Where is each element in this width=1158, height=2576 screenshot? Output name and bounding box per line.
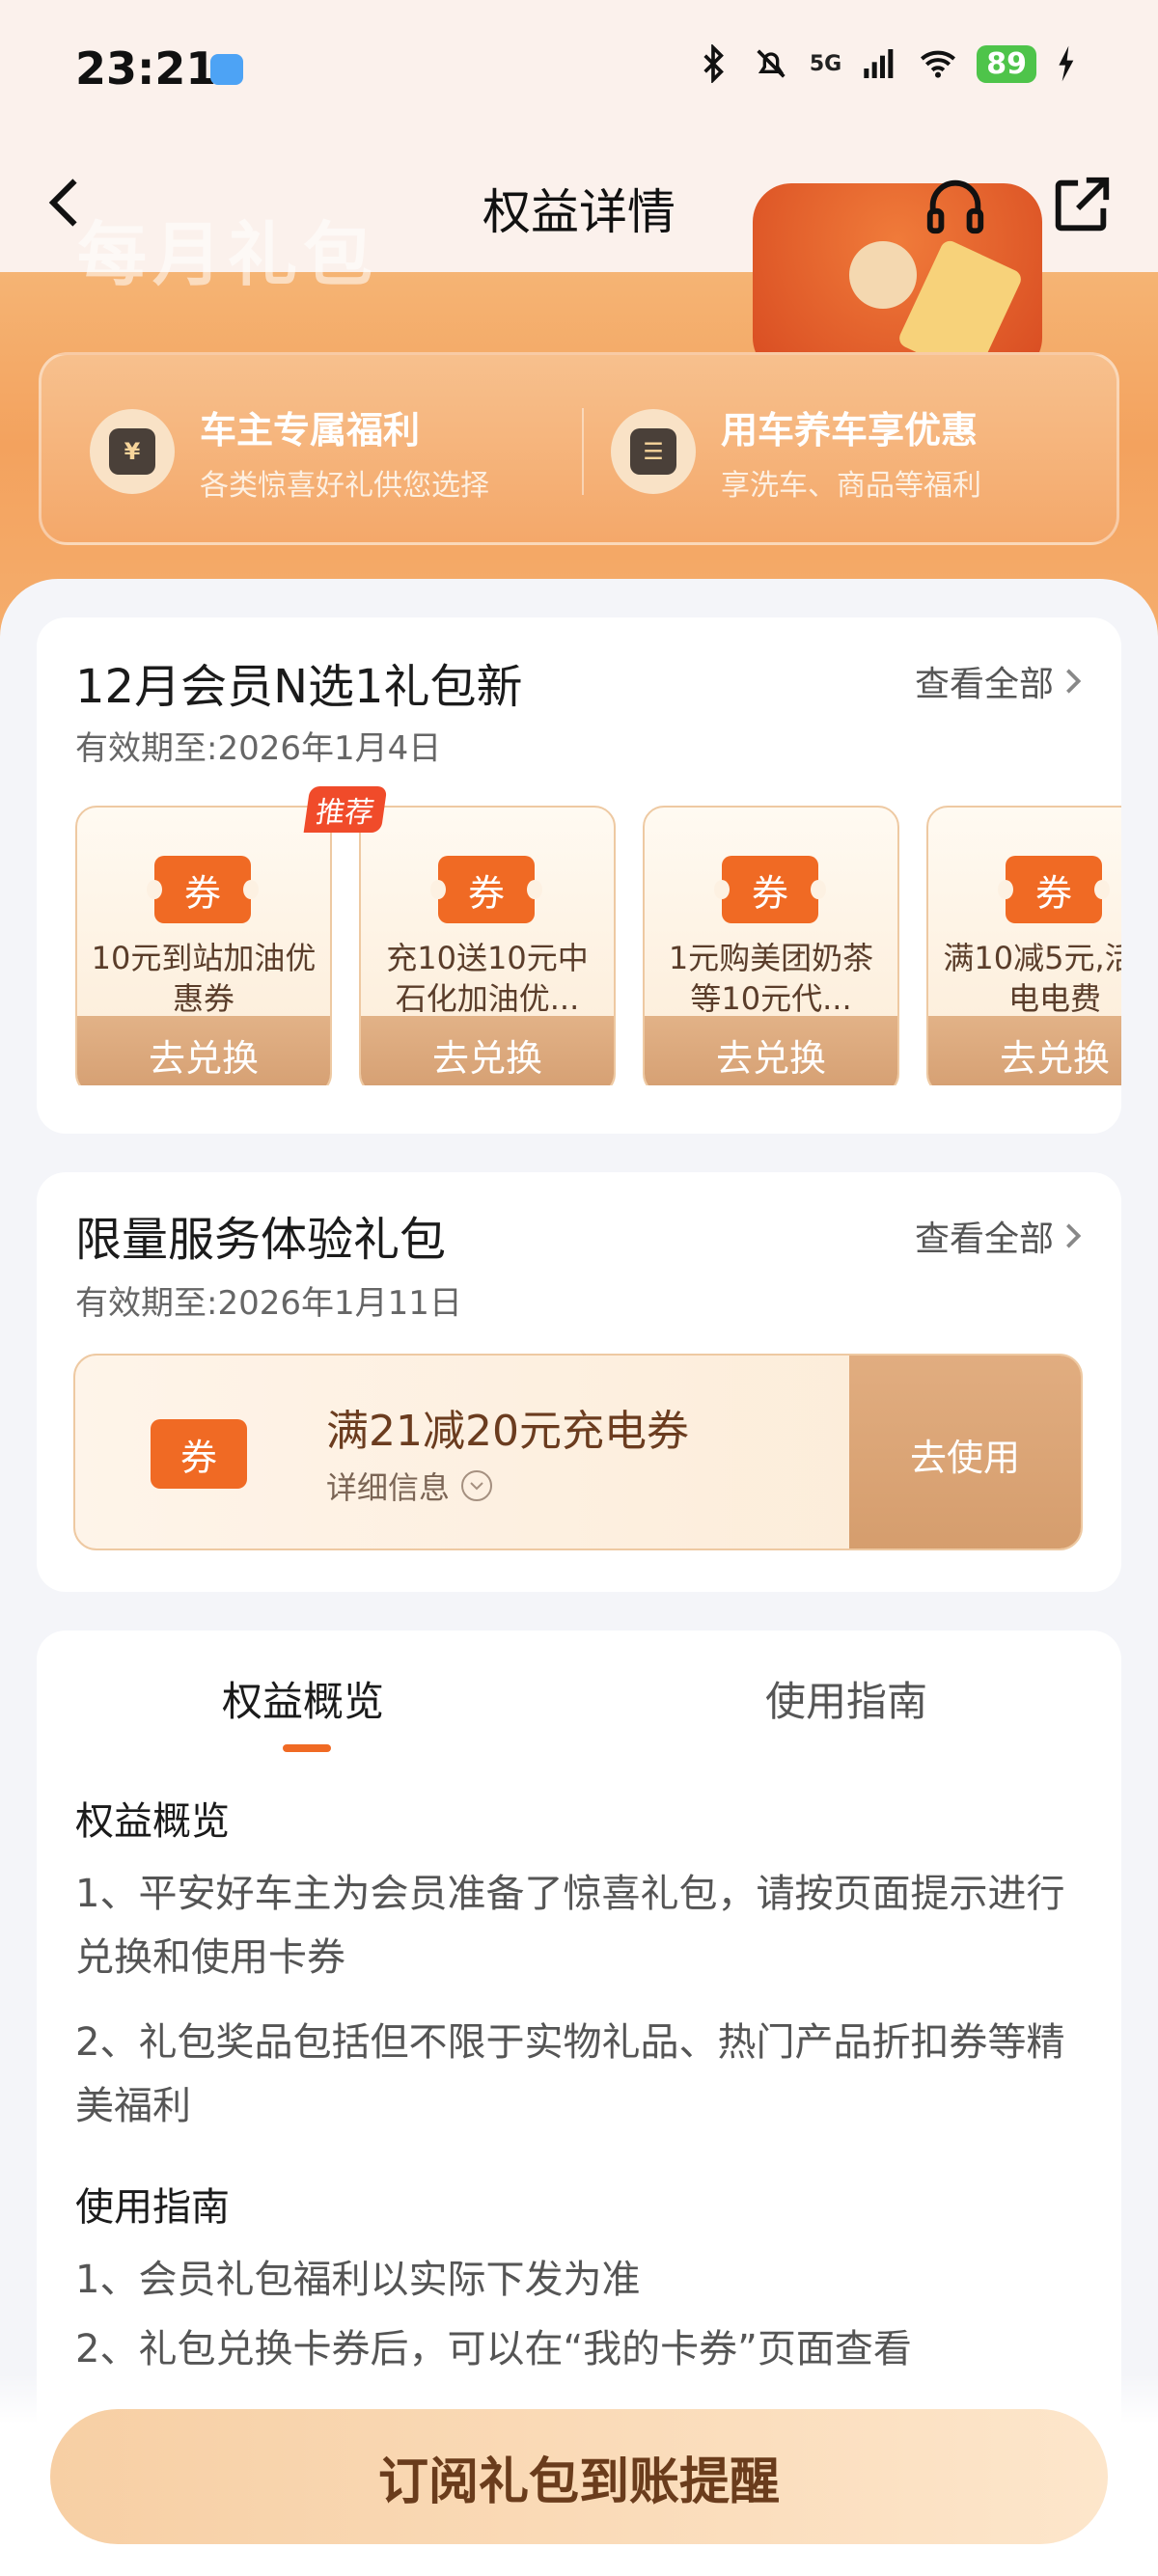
overview-item: 2、礼包奖品包括但不限于实物礼品、热门产品折扣券等精美福利: [75, 2020, 1065, 2128]
coupon-tag-icon: 券: [430, 856, 542, 923]
benefit-subtitle: 各类惊喜好礼供您选择: [200, 468, 489, 503]
share-icon[interactable]: [1047, 172, 1115, 239]
benefit-subtitle: 享洗车、商品等福利: [721, 468, 981, 503]
tab-active-indicator: [283, 1744, 331, 1752]
detail-info-toggle[interactable]: 详细信息: [326, 1464, 493, 1508]
coupon-tag-icon: 券: [998, 856, 1110, 923]
guide-item: 2、礼包兑换卡券后，可以在“我的卡券”页面查看: [75, 2327, 912, 2371]
coupon-desc: 1元购美团奶茶等10元代...: [668, 940, 874, 1017]
service-pack-card: 限量服务体验礼包 有效期至:2026年1月11日 查看全部 券 满21减20元充…: [37, 1172, 1121, 1592]
mute-icon: [757, 49, 786, 78]
guide-item: 1、会员礼包福利以实际下发为准: [75, 2258, 641, 2302]
tab-guide[interactable]: 使用指南: [765, 1669, 927, 1728]
navigation-bar: 权益详情: [0, 154, 1158, 251]
coupon-card[interactable]: 券 1元购美团奶茶等10元代... 去兑换: [643, 806, 899, 1085]
divider: [582, 408, 584, 495]
coupon-tag-icon: 券: [714, 856, 826, 923]
customer-service-icon[interactable]: [922, 172, 989, 239]
coupon-tag-icon: 券: [147, 856, 259, 923]
coupon-desc: 10元到站加油优惠券: [91, 940, 317, 1017]
coupon-list: 推荐 券 10元到站加油优惠券 去兑换 券 充10送10元中石化加油优... 去…: [75, 786, 1121, 1085]
charging-coupon[interactable]: 券 满21减20元充电券 详细信息 去使用: [73, 1354, 1083, 1550]
coupon-desc: 满10减5元,活用电电费: [943, 940, 1121, 1017]
redeem-button[interactable]: 去兑换: [77, 1016, 330, 1085]
redeem-button[interactable]: 去兑换: [928, 1016, 1121, 1085]
use-button[interactable]: 去使用: [849, 1356, 1081, 1548]
overview-heading: 权益概览: [75, 1799, 230, 1844]
benefit-item-car-care: ☰ 用车养车享优惠 享洗车、商品等福利: [611, 398, 981, 505]
ticket-icon: ☰: [611, 409, 696, 494]
subscribe-reminder-button[interactable]: 订阅礼包到账提醒: [50, 2409, 1108, 2544]
coupon-tag-icon: 券: [151, 1419, 247, 1489]
coupon-card[interactable]: 券 10元到站加油优惠券 去兑换: [75, 806, 332, 1085]
benefit-title: 车主专属福利: [200, 408, 421, 452]
chevron-down-icon: [461, 1470, 493, 1501]
wifi-icon: [921, 50, 956, 78]
benefit-strip: ¥ 车主专属福利 各类惊喜好礼供您选择 ☰ 用车养车享优惠 享洗车、商品等福利: [39, 352, 1119, 545]
recommend-badge: 推荐: [303, 786, 388, 833]
chevron-right-icon: [1066, 669, 1082, 694]
redeem-button[interactable]: 去兑换: [645, 1016, 897, 1085]
status-time: 23:21: [75, 42, 217, 95]
bluetooth-icon: [703, 44, 724, 83]
charging-icon: [1059, 45, 1074, 82]
benefit-title: 用车养车享优惠: [721, 408, 979, 452]
gift-pack-valid-date: 有效期至:2026年1月4日: [75, 729, 442, 768]
info-tabs: 权益概览 使用指南: [37, 1669, 1121, 1756]
battery-level: 89: [977, 44, 1036, 83]
network-type: 5G: [809, 51, 842, 76]
chevron-right-icon: [1066, 1223, 1082, 1248]
tab-overview[interactable]: 权益概览: [222, 1669, 384, 1728]
guide-heading: 使用指南: [75, 2185, 230, 2230]
service-pack-title: 限量服务体验礼包: [75, 1213, 447, 1267]
service-pack-valid-date: 有效期至:2026年1月11日: [75, 1284, 462, 1323]
message-app-icon: [210, 54, 243, 85]
coupon-desc: 充10送10元中石化加油优...: [386, 940, 589, 1017]
signal-icon: [864, 49, 894, 78]
coin-icon: ¥: [90, 409, 175, 494]
status-icons: 5G 89: [694, 44, 1075, 83]
status-bar: 23:21 5G 89: [0, 0, 1158, 135]
coupon-title: 满21减20元充电券: [326, 1407, 689, 1456]
view-all-link[interactable]: 查看全部: [915, 656, 1083, 706]
view-all-link[interactable]: 查看全部: [915, 1211, 1083, 1261]
gift-pack-title: 12月会员N选1礼包新: [75, 660, 523, 714]
overview-item: 1、平安好车主为会员准备了惊喜礼包，请按页面提示进行兑换和使用卡券: [75, 1872, 1065, 1980]
coupon-card[interactable]: 券 满10减5元,活用电电费 去兑换: [926, 806, 1121, 1085]
gift-pack-card: 12月会员N选1礼包新 有效期至:2026年1月4日 查看全部 推荐 券 10元…: [37, 617, 1121, 1134]
benefit-item-owner: ¥ 车主专属福利 各类惊喜好礼供您选择: [90, 398, 489, 505]
coupon-card[interactable]: 券 充10送10元中石化加油优... 去兑换: [359, 806, 616, 1085]
redeem-button[interactable]: 去兑换: [361, 1016, 614, 1085]
